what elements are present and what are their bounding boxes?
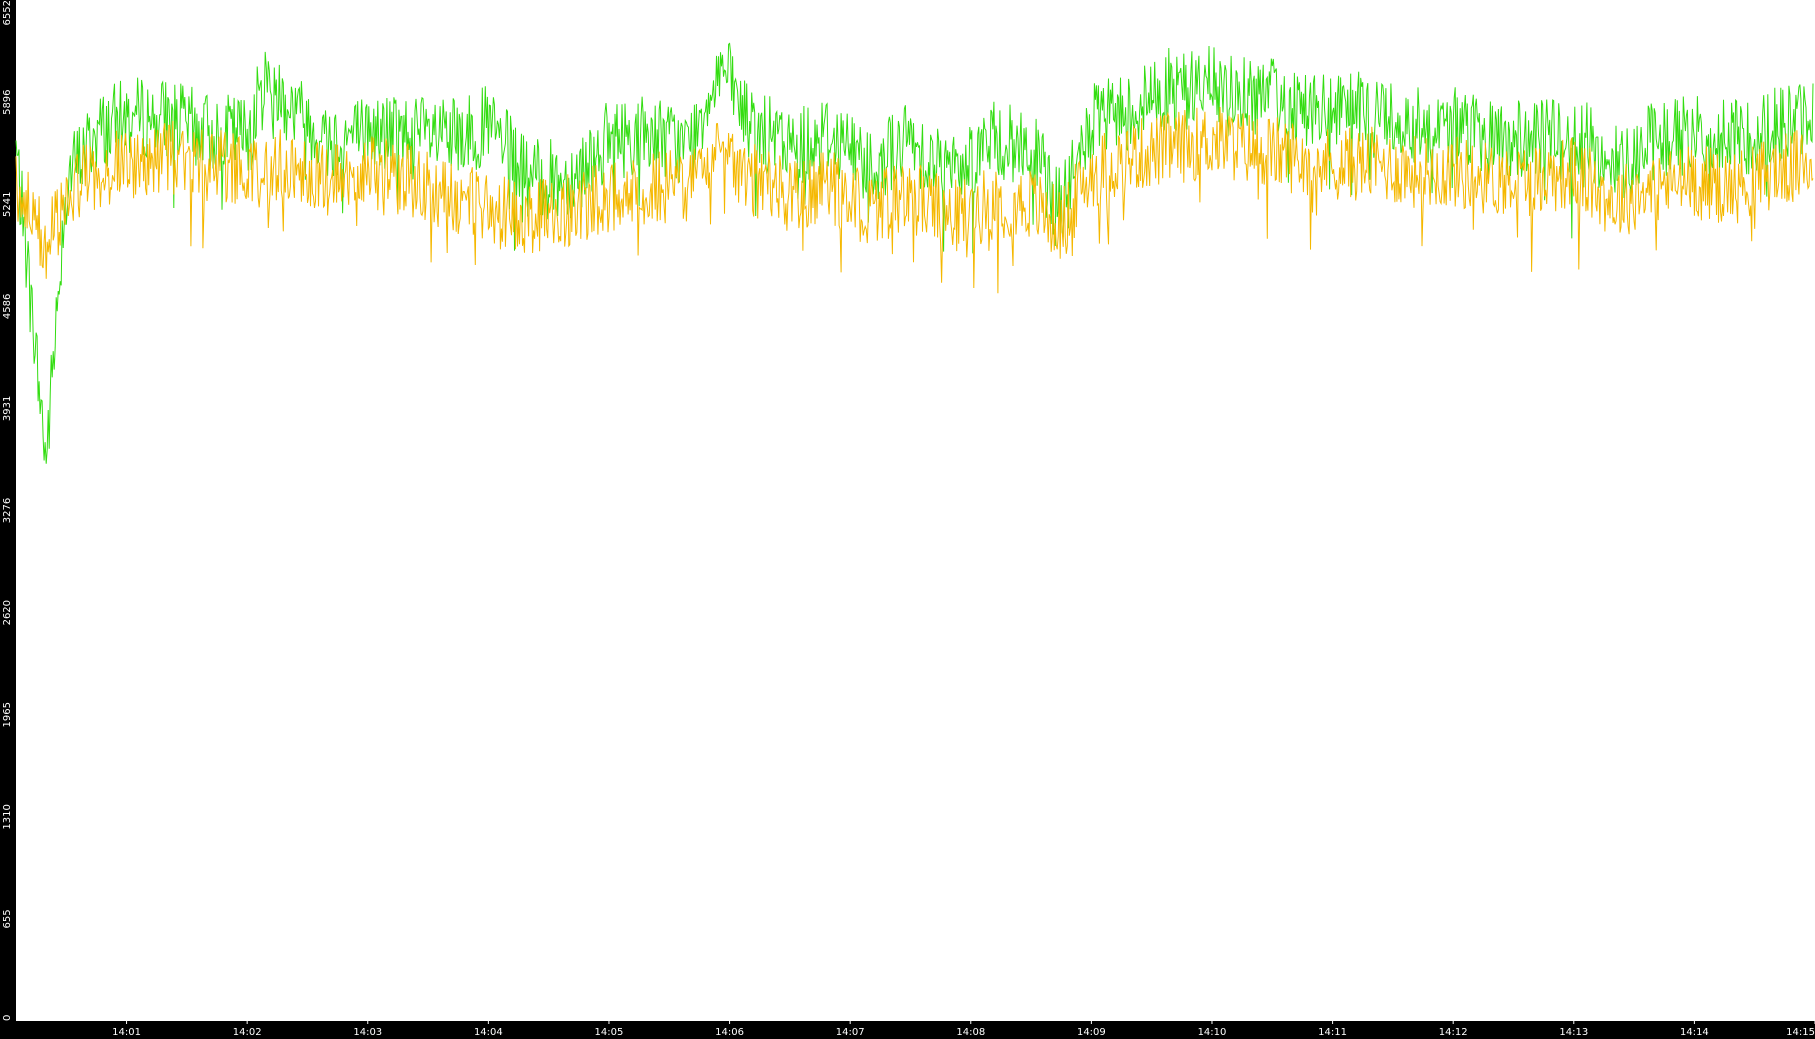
- x-tick-label: 14:12: [1439, 1027, 1468, 1038]
- x-tick-label: 14:09: [1077, 1027, 1106, 1038]
- x-tick-label: 14:08: [956, 1027, 985, 1038]
- y-tick-label: 5241: [2, 192, 13, 217]
- x-tick-label: 14:07: [836, 1027, 865, 1038]
- x-tick-label: 14:13: [1559, 1027, 1588, 1038]
- y-tick-label: 6552: [2, 0, 13, 25]
- y-tick-label: 1310: [2, 804, 13, 829]
- y-axis-ticks: 0 655 1310 1965 2620 3276 3931 4586 5241 5896 6552: [2, 0, 13, 1021]
- x-axis-ticks: 14:01 14:02 14:03 14:04 14:05 14:06 14:07 14:08…: [112, 1021, 1815, 1038]
- x-tick-label: 14:11: [1318, 1027, 1347, 1038]
- x-tick-label: 14:04: [474, 1027, 503, 1038]
- x-tick-label: 14:10: [1198, 1027, 1227, 1038]
- x-tick-label: 14:02: [233, 1027, 262, 1038]
- x-tick-label: 14:03: [353, 1027, 382, 1038]
- y-tick-label: 5896: [2, 89, 13, 114]
- x-tick-label: 14:15: [1786, 1027, 1815, 1038]
- x-tick-label: 14:14: [1680, 1027, 1709, 1038]
- y-tick-label: 3276: [2, 498, 13, 523]
- x-tick-label: 14:01: [112, 1027, 141, 1038]
- chart-area: 0 655 1310 1965 2620 3276 3931 4586 5241 5896 6552…: [0, 0, 1815, 1039]
- y-tick-label: 3931: [2, 396, 13, 421]
- y-tick-label: 2620: [2, 600, 13, 625]
- y-tick-label: 655: [2, 909, 13, 928]
- x-tick-label: 14:06: [715, 1027, 744, 1038]
- y-tick-label: 1965: [2, 702, 13, 727]
- line-chart: 0 655 1310 1965 2620 3276 3931 4586 5241 5896 6552…: [2, 0, 1815, 1038]
- x-tick-label: 14:05: [595, 1027, 624, 1038]
- y-tick-label: 0: [2, 1015, 13, 1021]
- y-tick-label: 4586: [2, 294, 13, 319]
